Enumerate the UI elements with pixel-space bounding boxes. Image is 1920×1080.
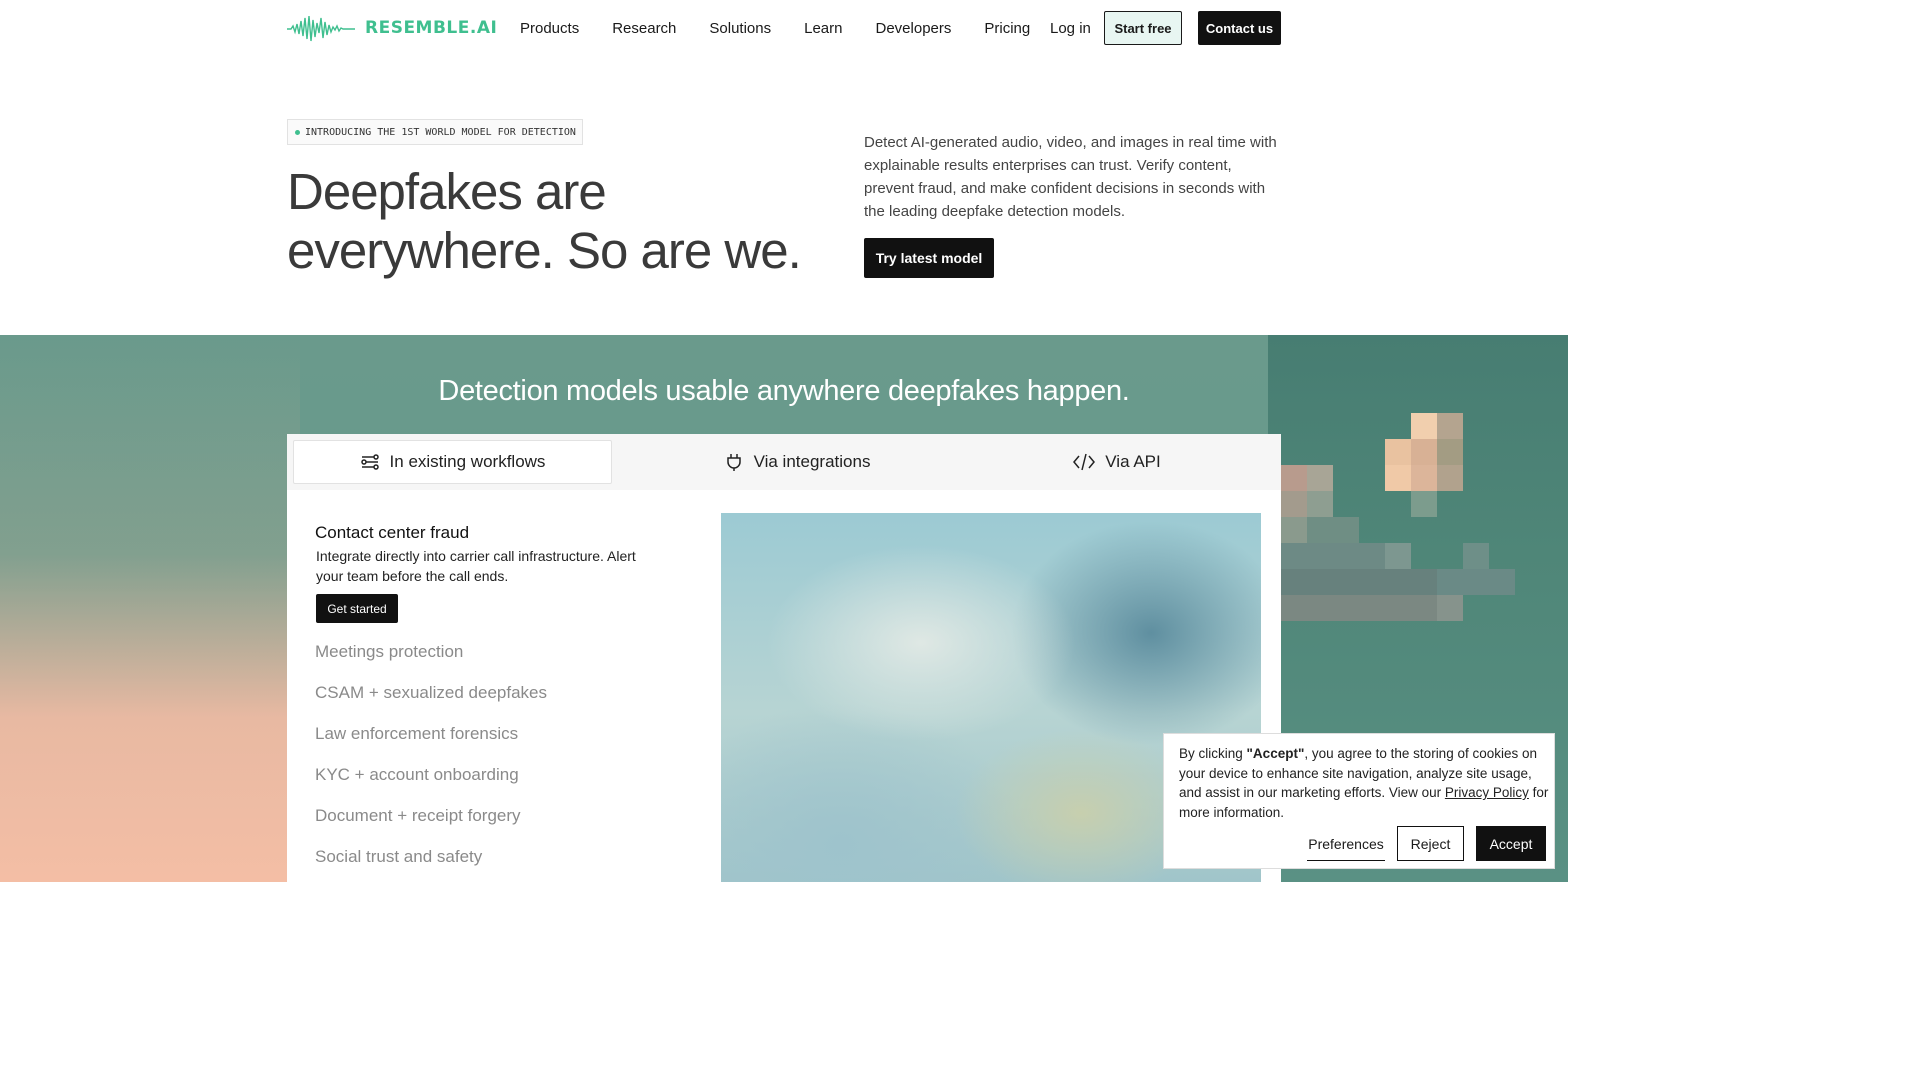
- hero-title: Deepfakes are everywhere. So are we.: [287, 163, 802, 279]
- tab-integrations[interactable]: Via integrations: [637, 440, 957, 484]
- feature-title: Detection models usable anywhere deepfak…: [438, 375, 1130, 407]
- status-dot-icon: [295, 129, 300, 135]
- nav-learn[interactable]: Learn: [804, 20, 842, 37]
- badge-text: INTRODUCING THE 1ST WORLD MODEL FOR DETE…: [305, 126, 576, 138]
- nav-products[interactable]: Products: [520, 20, 579, 37]
- plug-icon: [726, 454, 741, 471]
- use-case-item[interactable]: CSAM + sexualized deepfakes: [315, 682, 547, 723]
- use-case-item[interactable]: Document + receipt forgery: [315, 805, 547, 846]
- nav-links: Products Research Solutions Learn Develo…: [520, 20, 1030, 37]
- code-icon: [1073, 453, 1096, 471]
- use-case-item[interactable]: KYC + account onboarding: [315, 764, 547, 805]
- tab-bar: In existing workflows Via integrations V…: [287, 434, 1281, 490]
- feature-panel: In existing workflows Via integrations V…: [287, 434, 1281, 882]
- tab-label: In existing workflows: [389, 452, 546, 471]
- logo[interactable]: RESEMBLE.AI: [287, 12, 497, 44]
- cookie-accept-button[interactable]: Accept: [1476, 826, 1546, 861]
- try-latest-model-button[interactable]: Try latest model: [864, 238, 994, 278]
- use-case-description: Integrate directly into carrier call inf…: [316, 548, 636, 584]
- cookie-banner: By clicking "Accept", you agree to the s…: [1163, 733, 1555, 869]
- privacy-policy-link[interactable]: Privacy Policy: [1445, 785, 1529, 800]
- contact-us-button[interactable]: Contact us: [1198, 11, 1281, 45]
- nav-research[interactable]: Research: [612, 20, 676, 37]
- use-case-title[interactable]: Contact center fraud: [315, 523, 469, 543]
- hero-description: Detect AI-generated audio, video, and im…: [864, 134, 1277, 220]
- use-case-item[interactable]: Meetings protection: [315, 641, 547, 682]
- tab-label: Via integrations: [753, 452, 871, 471]
- use-case-list: Meetings protection CSAM + sexualized de…: [315, 641, 547, 882]
- waveform-logo-icon: [287, 15, 355, 42]
- tab-label: Via API: [1105, 452, 1161, 471]
- workflow-icon: [360, 454, 379, 470]
- cookie-text: By clicking "Accept", you agree to the s…: [1179, 744, 1549, 822]
- use-case-item[interactable]: Law enforcement forensics: [315, 723, 547, 764]
- announcement-badge: INTRODUCING THE 1ST WORLD MODEL FOR DETE…: [287, 119, 583, 145]
- brand-name: RESEMBLE.AI: [365, 18, 498, 38]
- cookie-text-part: By clicking: [1179, 746, 1247, 761]
- get-started-button[interactable]: Get started: [316, 594, 398, 623]
- cookie-reject-button[interactable]: Reject: [1397, 826, 1464, 861]
- start-free-button[interactable]: Start free: [1104, 11, 1182, 45]
- cookie-text-accept-emphasis: "Accept": [1246, 746, 1305, 761]
- tab-existing-workflows[interactable]: In existing workflows: [293, 440, 612, 484]
- login-link[interactable]: Log in: [1050, 20, 1091, 37]
- use-case-item[interactable]: Social trust and safety: [315, 846, 547, 882]
- nav-solutions[interactable]: Solutions: [709, 20, 771, 37]
- nav-pricing[interactable]: Pricing: [984, 20, 1030, 37]
- tab-api[interactable]: Via API: [957, 440, 1277, 484]
- top-nav: RESEMBLE.AI Products Research Solutions …: [0, 0, 1568, 58]
- cookie-preferences-button[interactable]: Preferences: [1307, 827, 1385, 861]
- background-gradient-left: [0, 335, 300, 882]
- nav-developers[interactable]: Developers: [876, 20, 952, 37]
